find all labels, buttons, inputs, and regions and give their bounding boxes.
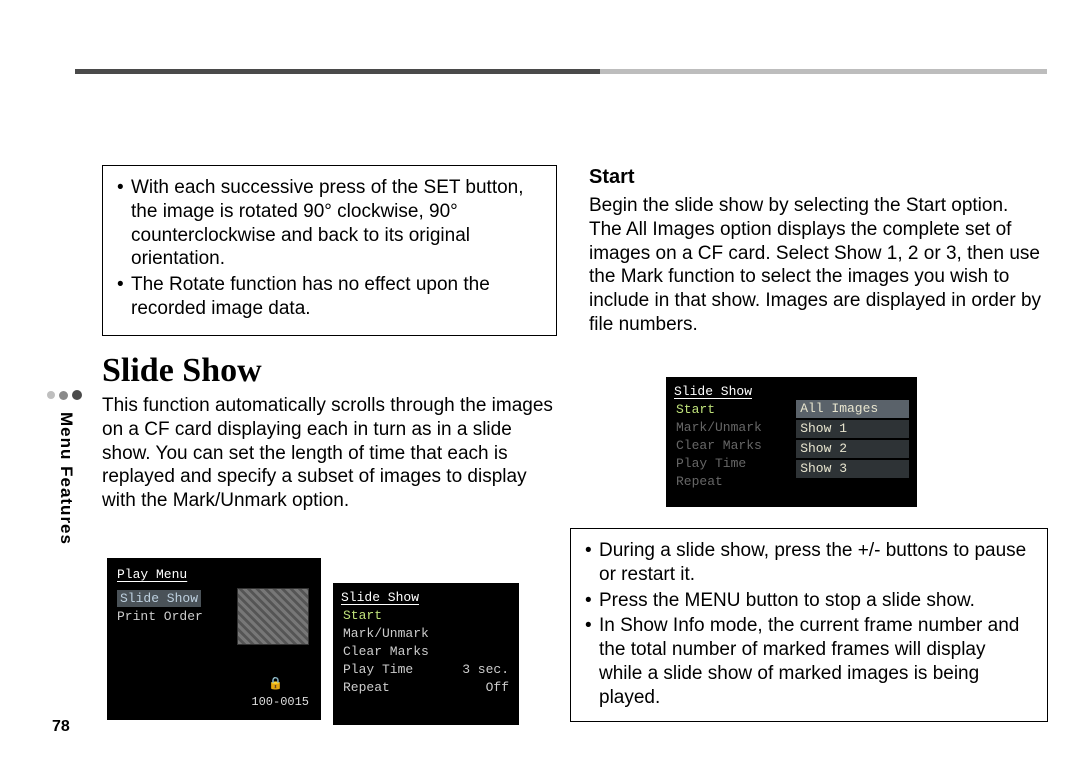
note-item: In Show Info mode, the current frame num… <box>585 614 1033 709</box>
section-label: Menu Features <box>56 412 76 545</box>
submenu-item: Show 3 <box>796 460 909 478</box>
note-item: The Rotate function has no effect upon t… <box>117 273 542 321</box>
side-dots <box>47 390 82 400</box>
screen-title: Slide Show <box>341 589 511 607</box>
rule-dark <box>75 69 600 74</box>
file-number: 100-0015 <box>251 694 309 710</box>
camera-screen-slideshow-menu: Slide Show Start Mark/Unmark Clear Marks… <box>333 583 519 725</box>
paragraph: This function automatically scrolls thro… <box>102 394 557 513</box>
thumbnail-image <box>237 588 309 645</box>
left-column: With each successive press of the SET bu… <box>102 165 557 513</box>
note-item: Press the MENU button to stop a slide sh… <box>585 589 1033 613</box>
dot-icon <box>47 391 55 399</box>
menu-item: Start <box>343 607 382 625</box>
menu-item: Repeat <box>343 679 390 697</box>
dot-icon <box>72 390 82 400</box>
paragraph: The All Images option displays the compl… <box>589 218 1044 337</box>
menu-item: Mark/Unmark <box>343 625 429 643</box>
menu-item: Mark/Unmark <box>674 419 796 437</box>
note-item: During a slide show, press the +/- butto… <box>585 539 1033 587</box>
menu-item: Play Time <box>343 661 413 679</box>
menu-value: 3 sec. <box>462 661 509 679</box>
rule-light <box>600 69 1047 74</box>
camera-screen-slideshow-start: Slide Show Start Mark/Unmark Clear Marks… <box>666 377 917 507</box>
camera-screen-play-menu: Play Menu Slide Show Print Order 🔒 100-0… <box>107 558 321 720</box>
note-box-rotate: With each successive press of the SET bu… <box>102 165 557 336</box>
menu-item: Clear Marks <box>674 437 796 455</box>
note-box-slideshow: During a slide show, press the +/- butto… <box>570 528 1048 732</box>
menu-value: Off <box>486 679 509 697</box>
menu-item: Clear Marks <box>343 643 429 661</box>
submenu-item: Show 2 <box>796 440 909 458</box>
screen-title: Play Menu <box>117 566 311 584</box>
menu-item: Start <box>674 401 796 419</box>
paragraph: Begin the slide show by selecting the St… <box>589 194 1044 218</box>
menu-item-selected: Slide Show <box>117 590 201 608</box>
dot-icon <box>59 391 68 400</box>
heading-start: Start <box>589 165 1044 190</box>
menu-item: Play Time <box>674 455 796 473</box>
submenu-item: All Images <box>796 400 909 418</box>
submenu-item: Show 1 <box>796 420 909 438</box>
screen-title: Slide Show <box>674 383 796 401</box>
lock-icon: 🔒 <box>268 676 283 692</box>
menu-item: Repeat <box>674 473 796 491</box>
note-item: With each successive press of the SET bu… <box>117 176 542 271</box>
header-rule <box>75 69 1047 74</box>
page-number: 78 <box>52 718 70 736</box>
heading-slide-show: Slide Show <box>102 350 557 393</box>
